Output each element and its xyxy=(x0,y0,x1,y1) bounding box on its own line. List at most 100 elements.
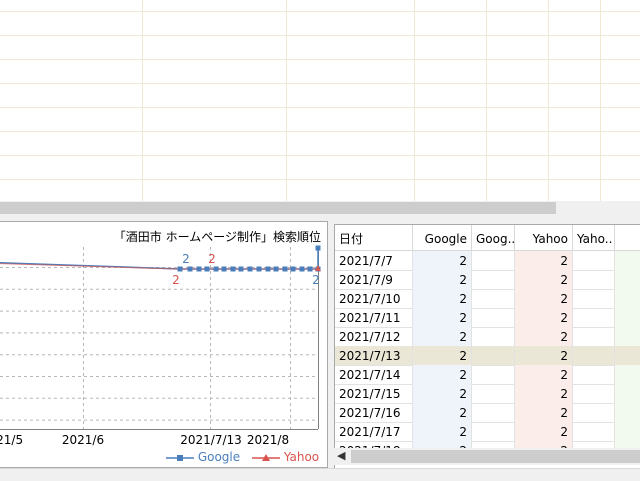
cell-google[interactable]: 2 xyxy=(413,384,472,403)
cell-yahoo-change[interactable] xyxy=(573,422,615,441)
cell-date[interactable]: 2021/7/7 xyxy=(335,251,413,270)
cell-extra[interactable] xyxy=(615,365,640,384)
cell-google-change[interactable] xyxy=(472,403,515,422)
google-marker xyxy=(204,266,210,272)
table-row[interactable]: 2021/7/10 2 2 xyxy=(335,289,640,309)
cell-google-change[interactable] xyxy=(472,346,515,365)
cell-yahoo[interactable]: 2 xyxy=(515,422,573,441)
cell-yahoo[interactable]: 2 xyxy=(515,308,573,327)
cell-date[interactable]: 2021/7/13 xyxy=(335,346,413,365)
cell-date[interactable]: 2021/7/17 xyxy=(335,422,413,441)
cell-extra[interactable] xyxy=(615,289,640,308)
cell-yahoo[interactable]: 2 xyxy=(515,251,573,270)
google-marker xyxy=(315,245,321,251)
cell-yahoo[interactable]: 2 xyxy=(515,327,573,346)
cell-google[interactable]: 2 xyxy=(413,327,472,346)
cell-google[interactable]: 2 xyxy=(413,403,472,422)
triangle-marker-icon xyxy=(252,453,280,461)
table-row[interactable]: 2021/7/11 2 2 xyxy=(335,308,640,328)
cell-yahoo[interactable]: 2 xyxy=(515,365,573,384)
cell-date[interactable]: 2021/7/12 xyxy=(335,327,413,346)
cell-yahoo[interactable]: 2 xyxy=(515,270,573,289)
cell-google-change[interactable] xyxy=(472,270,515,289)
table-row[interactable]: 2021/7/12 2 2 xyxy=(335,327,640,347)
cell-yahoo[interactable]: 2 xyxy=(515,403,573,422)
top-horizontal-scrollbar[interactable] xyxy=(0,201,640,215)
table-row[interactable]: 2021/7/7 2 2 xyxy=(335,251,640,271)
google-marker xyxy=(273,266,279,272)
x-tick-label: 2021/7/13 xyxy=(180,433,242,447)
cell-google-change[interactable] xyxy=(472,251,515,270)
google-marker xyxy=(265,266,271,272)
cell-yahoo-change[interactable] xyxy=(573,384,615,403)
table-horizontal-scrollbar[interactable]: ◀ xyxy=(334,448,640,465)
cell-google-change[interactable] xyxy=(472,365,515,384)
top-grid[interactable] xyxy=(0,0,640,201)
table-row[interactable]: 2021/7/9 2 2 xyxy=(335,270,640,290)
cell-extra[interactable] xyxy=(615,308,640,327)
series-line-google xyxy=(0,248,319,270)
chart-title: 「酒田市 ホームページ制作」検索順位 xyxy=(113,230,321,244)
col-header-yahoo[interactable]: Yahoo xyxy=(515,225,573,250)
square-marker-icon xyxy=(166,454,194,461)
google-marker xyxy=(213,266,219,272)
cell-google-change[interactable] xyxy=(472,308,515,327)
cell-yahoo[interactable]: 2 xyxy=(515,346,573,365)
google-marker xyxy=(196,266,202,272)
cell-date[interactable]: 2021/7/10 xyxy=(335,289,413,308)
table-row[interactable]: 2021/7/17 2 2 xyxy=(335,422,640,442)
cell-date[interactable]: 2021/7/16 xyxy=(335,403,413,422)
cell-google-change[interactable] xyxy=(472,289,515,308)
col-header-yahoo-change[interactable]: Yaho.. xyxy=(573,225,615,250)
cell-extra[interactable] xyxy=(615,422,640,441)
google-marker xyxy=(307,266,313,272)
cell-extra[interactable] xyxy=(615,346,640,365)
cell-google[interactable]: 2 xyxy=(413,346,472,365)
col-header-date[interactable]: 日付 xyxy=(335,225,413,250)
cell-date[interactable]: 2021/7/11 xyxy=(335,308,413,327)
cell-yahoo[interactable]: 2 xyxy=(515,384,573,403)
cell-google[interactable]: 2 xyxy=(413,270,472,289)
cell-yahoo-change[interactable] xyxy=(573,308,615,327)
cell-google[interactable]: 2 xyxy=(413,422,472,441)
cell-extra[interactable] xyxy=(615,327,640,346)
table-row[interactable]: 2021/7/13 2 2 xyxy=(335,346,640,366)
chart-panel: 2021/52021/62021/7/132021/82222 「酒田市 ホーム… xyxy=(0,221,328,468)
rank-chart: 2021/52021/62021/7/132021/82222 xyxy=(0,245,321,447)
cell-google[interactable]: 2 xyxy=(413,251,472,270)
cell-yahoo-change[interactable] xyxy=(573,251,615,270)
scrollbar-thumb[interactable] xyxy=(351,450,640,463)
col-header-google-change[interactable]: Goog.. xyxy=(472,225,515,250)
cell-google-change[interactable] xyxy=(472,384,515,403)
cell-date[interactable]: 2021/7/14 xyxy=(335,365,413,384)
cell-yahoo-change[interactable] xyxy=(573,403,615,422)
cell-date[interactable]: 2021/7/15 xyxy=(335,384,413,403)
chevron-left-icon[interactable]: ◀ xyxy=(337,449,345,462)
cell-google[interactable]: 2 xyxy=(413,289,472,308)
google-marker xyxy=(177,266,183,272)
cell-yahoo-change[interactable] xyxy=(573,289,615,308)
cell-google[interactable]: 2 xyxy=(413,308,472,327)
cell-yahoo-change[interactable] xyxy=(573,346,615,365)
table-header: 日付 Google Goog.. Yahoo Yaho.. xyxy=(335,225,640,251)
rank-table[interactable]: 日付 Google Goog.. Yahoo Yaho.. 2021/7/7 2 2… xyxy=(334,224,640,470)
google-marker xyxy=(290,266,296,272)
cell-extra[interactable] xyxy=(615,384,640,403)
cell-extra[interactable] xyxy=(615,270,640,289)
cell-extra[interactable] xyxy=(615,403,640,422)
cell-yahoo-change[interactable] xyxy=(573,365,615,384)
col-header-google[interactable]: Google xyxy=(413,225,472,250)
cell-yahoo-change[interactable] xyxy=(573,327,615,346)
cell-yahoo-change[interactable] xyxy=(573,270,615,289)
google-marker xyxy=(221,266,227,272)
cell-yahoo[interactable]: 2 xyxy=(515,289,573,308)
scrollbar-thumb[interactable] xyxy=(0,202,556,214)
cell-google-change[interactable] xyxy=(472,422,515,441)
cell-google-change[interactable] xyxy=(472,327,515,346)
table-row[interactable]: 2021/7/16 2 2 xyxy=(335,403,640,423)
cell-extra[interactable] xyxy=(615,251,640,270)
cell-google[interactable]: 2 xyxy=(413,365,472,384)
table-row[interactable]: 2021/7/15 2 2 xyxy=(335,384,640,404)
cell-date[interactable]: 2021/7/9 xyxy=(335,270,413,289)
table-row[interactable]: 2021/7/14 2 2 xyxy=(335,365,640,385)
